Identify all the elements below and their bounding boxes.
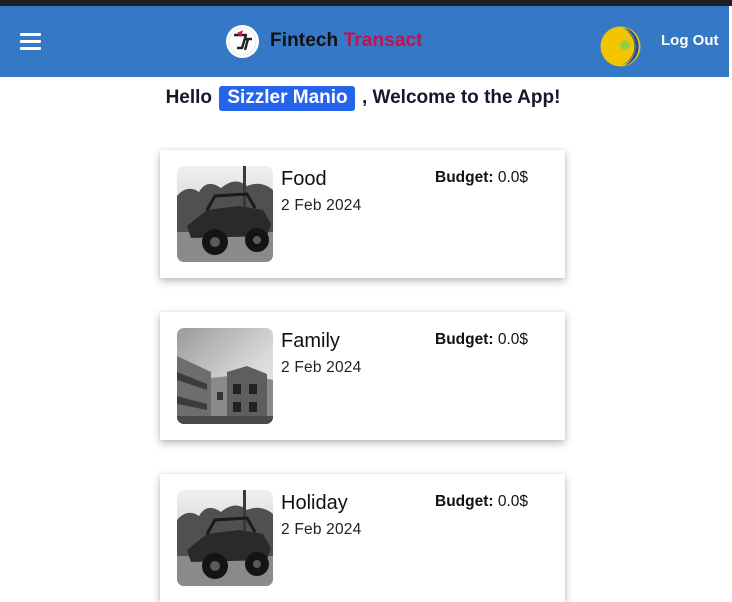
budget-value: 0.0$ [497, 169, 529, 186]
category-card-family[interactable]: Family 2 Feb 2024 Budget: 0.0$ [160, 312, 565, 440]
navbar: Fintech Transact Log Out [0, 6, 729, 77]
category-budget: Budget: 0.0$ [435, 169, 528, 187]
category-image [177, 328, 273, 424]
brand-name-second: Transact [343, 30, 423, 51]
category-date: 2 Feb 2024 [281, 197, 362, 214]
budget-label: Budget: [435, 493, 494, 510]
brand[interactable]: Fintech Transact [226, 24, 423, 58]
category-title: Family [281, 330, 340, 352]
logout-button[interactable]: Log Out [661, 32, 718, 49]
category-card-food[interactable]: Food 2 Feb 2024 Budget: 0.0$ [160, 150, 565, 278]
budget-label: Budget: [435, 331, 494, 348]
category-title: Food [281, 168, 327, 190]
category-date: 2 Feb 2024 [281, 359, 362, 376]
category-image [177, 166, 273, 262]
brand-name-first: Fintech [270, 30, 339, 51]
category-budget: Budget: 0.0$ [435, 493, 528, 511]
category-image [177, 490, 273, 586]
greeting-suffix: , Welcome to the App! [361, 87, 561, 108]
category-card-holiday[interactable]: Holiday 2 Feb 2024 Budget: 0.0$ [160, 474, 565, 602]
brand-logo-icon [226, 24, 259, 58]
avatar[interactable] [600, 26, 641, 67]
category-budget: Budget: 0.0$ [435, 331, 528, 349]
category-title: Holiday [281, 492, 348, 514]
budget-value: 0.0$ [497, 493, 529, 510]
budget-label: Budget: [435, 169, 494, 186]
brand-name: Fintech Transact [270, 30, 423, 52]
category-date: 2 Feb 2024 [281, 521, 362, 538]
hamburger-menu-icon[interactable] [20, 32, 42, 50]
greeting-prefix: Hello [165, 87, 213, 108]
budget-value: 0.0$ [497, 331, 529, 348]
welcome-greeting: Hello Sizzler Manio , Welcome to the App… [0, 86, 726, 111]
username-badge: Sizzler Manio [219, 86, 355, 111]
theme-moon-icon [600, 26, 641, 67]
